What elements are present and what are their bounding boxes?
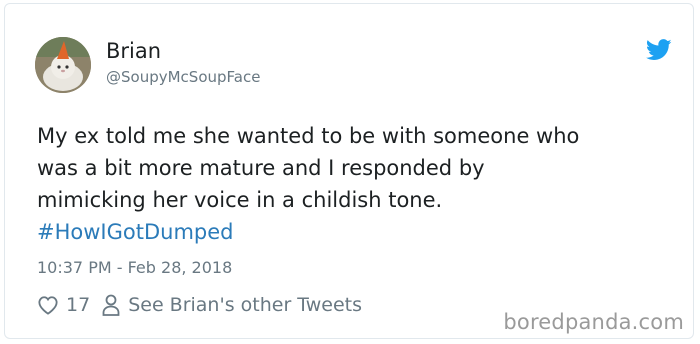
avatar-image [35, 37, 91, 93]
avatar[interactable] [35, 37, 91, 93]
like-count[interactable]: 17 [66, 294, 90, 316]
tweet-actions: 17 See Brian's other Tweets [37, 292, 362, 318]
heart-icon[interactable] [37, 295, 59, 315]
tweet-timestamp[interactable]: 10:37 PM - Feb 28, 2018 [37, 257, 232, 279]
person-icon[interactable] [102, 294, 120, 316]
author-name[interactable]: Brian [106, 38, 161, 64]
author-handle[interactable]: @SoupyMcSoupFace [106, 67, 260, 87]
tweet-text: My ex told me she wanted to be with some… [37, 124, 580, 212]
tweet-card: Brian @SoupyMcSoupFace My ex told me she… [4, 3, 694, 339]
watermark-text: boredpanda.com [503, 310, 684, 334]
twitter-bird-icon[interactable] [646, 39, 672, 61]
other-tweets-link[interactable]: See Brian's other Tweets [128, 294, 362, 316]
hashtag-link[interactable]: #HowIGotDumped [37, 216, 233, 248]
